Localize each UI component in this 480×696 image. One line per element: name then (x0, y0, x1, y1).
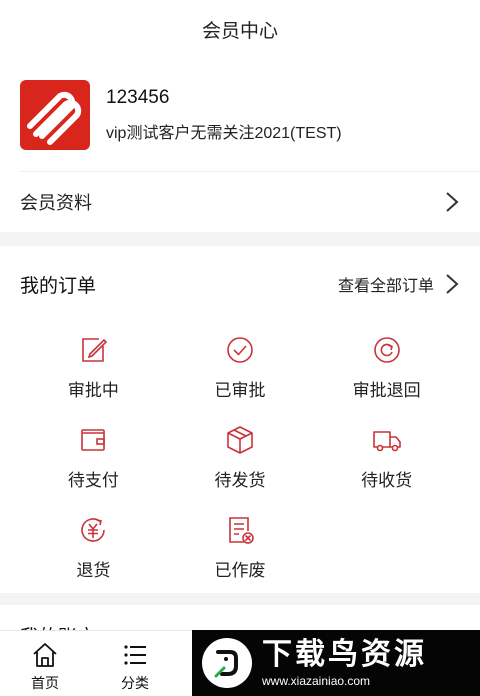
paperclip-icon (27, 91, 82, 145)
user-description: vip测试客户无需关注2021(TEST) (106, 124, 342, 142)
page-title: 会员中心 (201, 20, 278, 42)
tab-label: 首页 (31, 675, 59, 691)
section-divider (0, 593, 480, 605)
order-status-to-pay[interactable]: 待支付 (20, 412, 167, 502)
order-status-label: 退货 (76, 561, 111, 580)
avatar[interactable] (20, 79, 90, 150)
watermark-banner: 下载鸟资源 www.xiazainiao.com (192, 630, 480, 696)
tab-home[interactable]: 首页 (0, 631, 90, 696)
order-status-returns[interactable]: 退货 (20, 502, 167, 592)
watermark-title: 下载鸟资源 (262, 638, 427, 671)
chevron-right-icon (446, 192, 459, 212)
return-circle-icon (373, 337, 400, 363)
order-status-label: 待发货 (214, 471, 266, 490)
refund-yen-icon (81, 518, 106, 542)
home-icon (33, 643, 57, 667)
tab-label: 分类 (121, 675, 149, 691)
tab-category[interactable]: 分类 (90, 631, 180, 696)
chevron-right-icon (446, 274, 459, 294)
order-status-to-receive[interactable]: 待收货 (313, 412, 460, 502)
order-status-label: 待支付 (67, 471, 119, 490)
document-cancel-icon (229, 517, 254, 544)
order-status-voided[interactable]: 已作废 (167, 502, 314, 592)
section-divider (0, 232, 480, 246)
order-status-to-ship[interactable]: 待发货 (167, 412, 314, 502)
order-status-label: 已作废 (214, 561, 266, 580)
order-status-label: 审批退回 (352, 381, 421, 400)
truck-icon (372, 431, 401, 452)
order-status-label: 审批中 (67, 381, 119, 400)
check-circle-icon (227, 337, 253, 363)
edit-icon (82, 338, 108, 362)
view-all-orders-label: 查看全部订单 (337, 278, 434, 295)
package-icon (227, 426, 253, 454)
member-info-row[interactable]: 会员资料 (20, 171, 480, 232)
bird-logo-icon (202, 638, 252, 688)
order-status-approved[interactable]: 已审批 (167, 322, 314, 412)
view-all-orders-link[interactable]: 查看全部订单 (338, 272, 460, 296)
order-status-pending-approval[interactable]: 审批中 (20, 322, 167, 412)
member-info-label: 会员资料 (20, 193, 92, 213)
wallet-icon (81, 429, 106, 451)
order-status-rejected[interactable]: 审批退回 (313, 322, 460, 412)
order-status-label: 已审批 (214, 381, 266, 400)
watermark-url: www.xiazainiao.com (262, 674, 371, 688)
bird-icon (214, 650, 238, 678)
orders-title: 我的订单 (20, 275, 97, 297)
page-header: 会员中心 (0, 0, 480, 58)
orders-header: 我的订单 查看全部订单 (0, 246, 480, 322)
order-status-label: 待收货 (361, 471, 413, 490)
order-status-grid: 审批中 已审批 审批退回 待支付 待发货 待收货 退货 已作废 (0, 322, 480, 592)
list-icon (124, 645, 146, 665)
profile-section: 123456 vip测试客户无需关注2021(TEST) (0, 58, 480, 171)
user-id: 123456 (106, 86, 170, 108)
